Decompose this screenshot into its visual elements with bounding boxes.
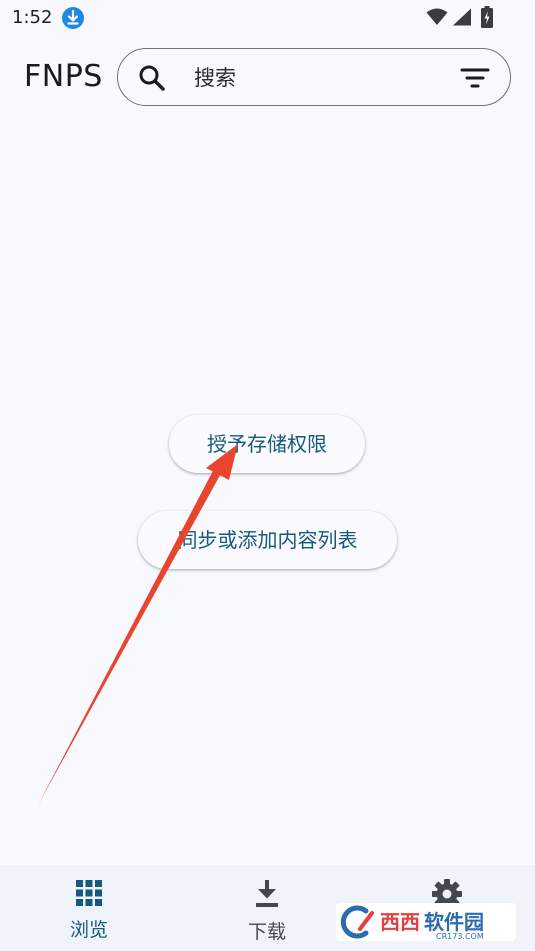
svg-text:CR173.COM: CR173.COM [436, 932, 484, 941]
download-icon [253, 879, 281, 913]
nav-item-download[interactable]: 下载 [207, 865, 327, 951]
annotation-arrow [38, 444, 238, 805]
svg-text:软件园: 软件园 [424, 910, 484, 934]
nav-label-download: 下载 [247, 921, 286, 943]
nav-label-browse: 浏览 [69, 919, 108, 941]
grid-icon [75, 879, 103, 911]
app-screen: 1:52 FNPS 搜索 授予存储权限 同步或添加内容列表 浏览 下载 西西 软… [0, 0, 535, 951]
nav-item-browse[interactable]: 浏览 [29, 865, 149, 951]
svg-text:西西: 西西 [380, 910, 420, 934]
watermark-logo: 西西 软件园 CR173.COM [336, 903, 516, 941]
